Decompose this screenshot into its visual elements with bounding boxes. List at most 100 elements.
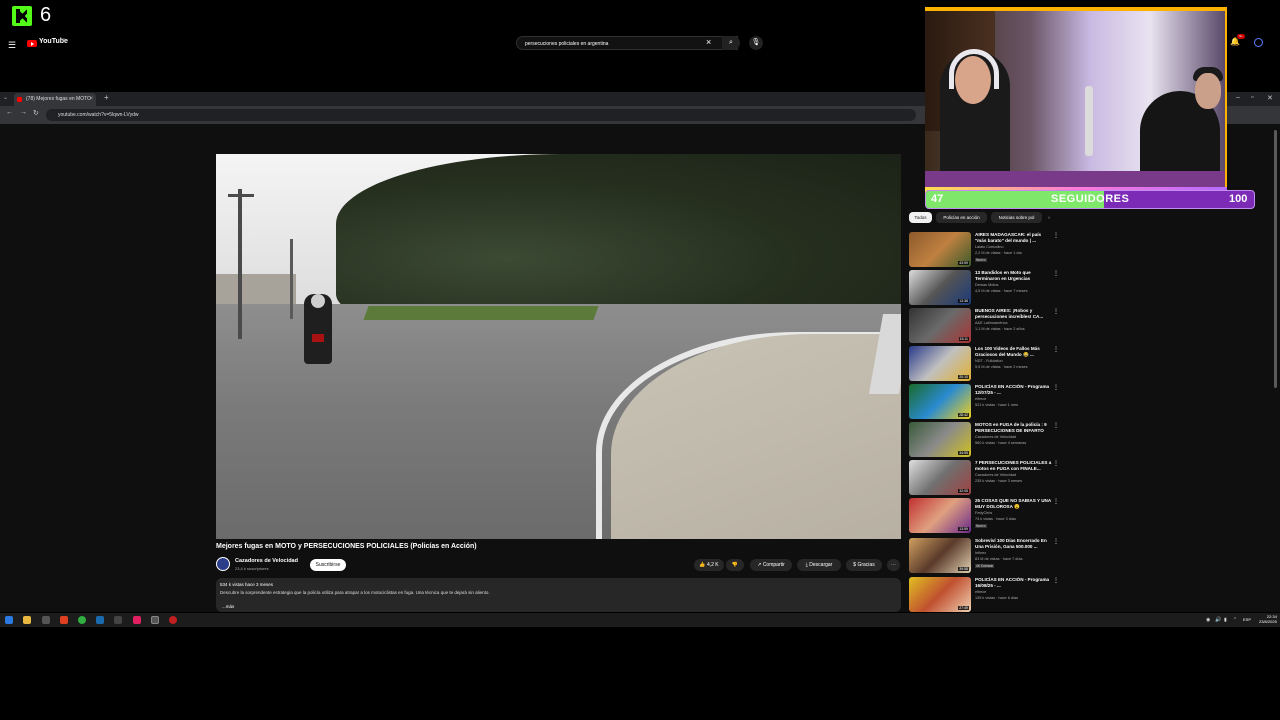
download-button[interactable]: ⤓ Descargar bbox=[797, 559, 841, 571]
video-thumbnail[interactable]: 20:10 bbox=[909, 346, 971, 381]
related-channel[interactable]: eltrece bbox=[975, 397, 986, 401]
related-video[interactable]: 13:59 25 COSAS QUE NO SABIAS Y UNA MUY D… bbox=[909, 498, 1069, 534]
search-input[interactable]: persecuciones policiales en argentina bbox=[516, 36, 738, 50]
related-title[interactable]: AIRES MADAGASCAR: el país "más barato" d… bbox=[975, 232, 1053, 244]
url-input[interactable]: youtube.com/watch?v=5lqwn-LVydw bbox=[46, 109, 916, 121]
like-button[interactable]: 👍 4,2 K bbox=[694, 559, 724, 571]
related-title[interactable]: Los 100 Videos de Fallos Más Graciosos d… bbox=[975, 346, 1053, 358]
whatsapp-icon[interactable] bbox=[78, 616, 86, 624]
related-title[interactable]: POLICÍAS EN ACCIÓN - Programa 16/08/25 -… bbox=[975, 577, 1053, 589]
reload-icon[interactable]: ↻ bbox=[33, 109, 39, 117]
related-video[interactable]: 32:05 7 PERSECUCIONES POLICIALES a motos… bbox=[909, 460, 1069, 496]
more-vertical-icon[interactable]: ⋮ bbox=[1053, 577, 1059, 584]
related-video[interactable]: 13:38 13 Bandidos en Moto que Terminaron… bbox=[909, 270, 1069, 306]
browser-tab[interactable]: (78) Mejores fugas en MOTO × bbox=[14, 93, 96, 106]
related-video[interactable]: 28:42 POLICÍAS EN ACCIÓN - Programa 12/0… bbox=[909, 384, 1069, 420]
video-thumbnail[interactable]: 43:59 bbox=[909, 232, 971, 267]
keyboard-language[interactable]: ESP bbox=[1243, 617, 1251, 622]
video-thumbnail[interactable]: 32:05 bbox=[909, 460, 971, 495]
file-explorer-icon[interactable] bbox=[23, 616, 31, 624]
dislike-button[interactable]: 👎 bbox=[726, 559, 744, 571]
video-thumbnail[interactable]: 13:59 bbox=[909, 498, 971, 533]
channel-name[interactable]: Cazadores de Velocidad bbox=[235, 558, 298, 564]
record-icon[interactable] bbox=[169, 616, 177, 624]
related-video[interactable]: 27:49 POLICÍAS EN ACCIÓN - Programa 16/0… bbox=[909, 577, 1069, 612]
chips-next-icon[interactable]: › bbox=[1044, 212, 1054, 223]
brave-browser-icon[interactable] bbox=[60, 616, 68, 624]
video-thumbnail[interactable]: 28:42 bbox=[909, 384, 971, 419]
chip-all[interactable]: Todos bbox=[909, 212, 932, 223]
related-title[interactable]: 7 PERSECUCIONES POLICIALES a motos en FU… bbox=[975, 460, 1053, 472]
settings-icon[interactable] bbox=[42, 616, 50, 624]
video-thumbnail[interactable]: 15:11 bbox=[909, 308, 971, 343]
related-channel[interactable]: Demas Motos bbox=[975, 283, 998, 287]
related-channel[interactable]: NDT - Fulldation bbox=[975, 359, 1003, 363]
related-video[interactable]: 39:58 Sobreviví 100 Días Encerrado En Un… bbox=[909, 538, 1069, 574]
start-menu-icon[interactable] bbox=[5, 616, 13, 624]
more-vertical-icon[interactable]: ⋮ bbox=[1053, 270, 1059, 277]
video-thumbnail[interactable]: 34:55 bbox=[909, 422, 971, 457]
app-icon[interactable] bbox=[114, 616, 122, 624]
clear-search-icon[interactable]: × bbox=[706, 37, 711, 47]
forward-icon[interactable]: → bbox=[20, 109, 27, 116]
account-avatar[interactable] bbox=[1254, 38, 1263, 47]
page-scrollbar[interactable] bbox=[1274, 130, 1277, 388]
maximize-icon[interactable]: ▫ bbox=[1251, 94, 1253, 101]
chip-police-in-action[interactable]: Policías en acción bbox=[936, 212, 987, 223]
more-vertical-icon[interactable]: ⋮ bbox=[1053, 232, 1059, 239]
related-video[interactable]: 15:11 BUENOS AIRES: ¡Robos y persecucion… bbox=[909, 308, 1069, 344]
close-tab-icon[interactable]: × bbox=[89, 93, 93, 106]
related-title[interactable]: 25 COSAS QUE NO SABIAS Y UNA MUY DOLOROS… bbox=[975, 498, 1053, 510]
subscribe-button[interactable]: Suscribirse bbox=[310, 559, 346, 571]
more-vertical-icon[interactable]: ⋮ bbox=[1053, 308, 1059, 315]
more-vertical-icon[interactable]: ⋮ bbox=[1053, 422, 1059, 429]
steam-icon[interactable] bbox=[96, 616, 104, 624]
related-title[interactable]: 13 Bandidos en Moto que Terminaron en Ur… bbox=[975, 270, 1053, 282]
minimize-icon[interactable]: – bbox=[1236, 94, 1240, 101]
taskbar-clock[interactable]: 22:34 23/8/2025 bbox=[1259, 614, 1277, 624]
volume-icon[interactable]: 🔊 bbox=[1215, 617, 1221, 623]
related-title[interactable]: MOTOS en FUGA de la policía : 9 PERSECUC… bbox=[975, 422, 1053, 434]
tray-overflow-icon[interactable]: ⌃ bbox=[1233, 617, 1237, 623]
thanks-button[interactable]: $ Gracias bbox=[846, 559, 882, 571]
battery-icon[interactable]: ▮ bbox=[1224, 617, 1227, 623]
related-channel[interactable]: A&E Latinoamérica bbox=[975, 321, 1008, 325]
related-channel[interactable]: eltrece bbox=[975, 590, 986, 594]
channel-avatar[interactable] bbox=[216, 557, 230, 571]
voice-search-button[interactable]: 🎙 bbox=[749, 36, 763, 50]
video-thumbnail[interactable]: 27:49 bbox=[909, 577, 971, 612]
video-thumbnail[interactable]: 13:38 bbox=[909, 270, 971, 305]
tab-search-icon[interactable]: ⌄ bbox=[3, 94, 8, 101]
video-player[interactable] bbox=[216, 154, 901, 539]
more-vertical-icon[interactable]: ⋮ bbox=[1053, 498, 1059, 505]
share-button[interactable]: ↗ Compartir bbox=[750, 559, 792, 571]
related-title[interactable]: POLICÍAS EN ACCIÓN - Programa 12/07/25 -… bbox=[975, 384, 1053, 396]
related-video[interactable]: 34:55 MOTOS en FUGA de la policía : 9 PE… bbox=[909, 422, 1069, 458]
app-icon[interactable] bbox=[133, 616, 141, 624]
chip-police-news[interactable]: Noticias sobre pol bbox=[991, 212, 1042, 223]
more-actions-button[interactable]: ⋯ bbox=[887, 559, 900, 571]
youtube-logo-icon[interactable] bbox=[27, 40, 37, 47]
related-title[interactable]: BUENOS AIRES: ¡Robos y persecuciones inc… bbox=[975, 308, 1053, 320]
network-icon[interactable]: ◉ bbox=[1206, 617, 1210, 623]
related-title[interactable]: Sobreviví 100 Días Encerrado En Una Pris… bbox=[975, 538, 1053, 550]
description-box[interactable] bbox=[216, 578, 901, 612]
related-channel[interactable]: FedyChris bbox=[975, 511, 992, 515]
more-vertical-icon[interactable]: ⋮ bbox=[1053, 460, 1059, 467]
related-channel[interactable]: Cazadores de Velocidad bbox=[975, 473, 1016, 477]
search-button[interactable]: ⌕ bbox=[722, 36, 740, 50]
show-more-link[interactable]: ...más bbox=[222, 604, 234, 609]
video-thumbnail[interactable]: 39:58 bbox=[909, 538, 971, 573]
new-tab-icon[interactable]: + bbox=[104, 93, 109, 102]
menu-icon[interactable]: ☰ bbox=[8, 40, 16, 51]
more-vertical-icon[interactable]: ⋮ bbox=[1053, 384, 1059, 391]
more-vertical-icon[interactable]: ⋮ bbox=[1053, 538, 1059, 545]
related-video[interactable]: 20:10 Los 100 Videos de Fallos Más Graci… bbox=[909, 346, 1069, 382]
back-icon[interactable]: ← bbox=[6, 109, 13, 116]
related-video[interactable]: 43:59 AIRES MADAGASCAR: el país "más bar… bbox=[909, 232, 1069, 268]
more-vertical-icon[interactable]: ⋮ bbox=[1053, 346, 1059, 353]
close-window-icon[interactable]: ✕ bbox=[1267, 94, 1273, 102]
related-channel[interactable]: Lalalo Comodino bbox=[975, 245, 1004, 249]
related-channel[interactable]: Infinex bbox=[975, 551, 986, 555]
obs-icon[interactable] bbox=[151, 616, 159, 624]
